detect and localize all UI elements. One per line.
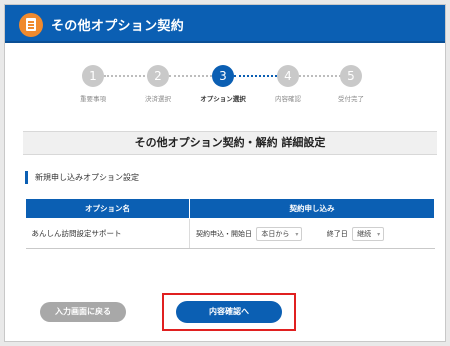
table-row: あんしん訪問設定サポート 契約申込・開始日 本日から ▾ 終了日 継続 ▾ <box>25 218 435 249</box>
chevron-down-icon: ▾ <box>377 230 381 238</box>
column-header-contract: 契約申し込み <box>189 198 435 219</box>
step-number: 1 <box>82 65 104 87</box>
end-date-label: 終了日 <box>326 229 348 238</box>
section-title: その他オプション契約・解約 詳細設定 <box>23 131 437 155</box>
contract-cell: 契約申込・開始日 本日から ▾ 終了日 継続 ▾ <box>189 218 435 249</box>
page-title: その他オプション契約 <box>51 19 185 34</box>
confirm-content-button[interactable]: 内容確認へ <box>176 301 282 323</box>
step-label: 重要事項 <box>80 95 106 103</box>
subsection-title: 新規申し込みオプション設定 <box>25 171 139 184</box>
option-name-cell: あんしん訪問設定サポート <box>25 218 190 249</box>
step-number: 3 <box>212 65 234 87</box>
progress-steps: 1 重要事項 2 決済選択 3 オプション選択 4 内容確認 5 受付完了 <box>5 65 445 115</box>
step-number: 2 <box>147 65 169 87</box>
chevron-down-icon: ▾ <box>295 230 299 238</box>
start-date-value: 本日から <box>261 229 290 238</box>
step-5: 5 受付完了 <box>316 65 386 103</box>
step-3: 3 オプション選択 <box>188 65 258 103</box>
option-table: オプション名 契約申し込み あんしん訪問設定サポート 契約申込・開始日 本日から… <box>25 198 435 249</box>
option-contract-panel: その他オプション契約 1 重要事項 2 決済選択 3 オプション選択 4 内容確… <box>4 4 446 342</box>
step-2: 2 決済選択 <box>123 65 193 103</box>
back-to-input-button[interactable]: 入力画面に戻る <box>40 302 126 322</box>
confirm-highlight-box: 内容確認へ <box>162 293 296 331</box>
panel-header: その他オプション契約 <box>5 5 445 43</box>
end-date-value: 継続 <box>357 229 372 238</box>
step-number: 5 <box>340 65 362 87</box>
document-icon <box>19 13 43 37</box>
step-label: 内容確認 <box>275 95 301 103</box>
start-date-label: 契約申込・開始日 <box>196 229 252 238</box>
step-label: 受付完了 <box>338 95 364 103</box>
step-number: 4 <box>277 65 299 87</box>
step-label: オプション選択 <box>200 95 246 103</box>
step-label: 決済選択 <box>145 95 171 103</box>
column-header-option-name: オプション名 <box>25 198 190 219</box>
step-1: 1 重要事項 <box>58 65 128 103</box>
start-date-select[interactable]: 本日から ▾ <box>256 226 303 241</box>
end-date-select[interactable]: 継続 ▾ <box>352 226 385 241</box>
step-4: 4 内容確認 <box>253 65 323 103</box>
